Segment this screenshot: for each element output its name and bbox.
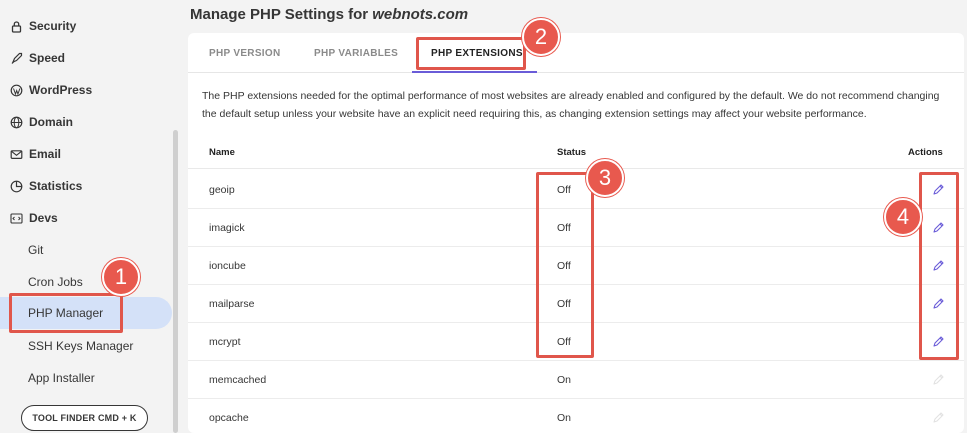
envelope-icon [10, 148, 23, 161]
pencil-icon [931, 411, 945, 425]
sidebar-subitem-git[interactable]: Git [0, 234, 172, 266]
column-header-actions: Actions [908, 147, 943, 158]
annotation-badge-4: 4 [884, 198, 922, 236]
annotation-badge-1: 1 [102, 258, 140, 296]
annotation-box-actions-column [919, 172, 959, 360]
lock-icon [10, 20, 23, 33]
code-icon [10, 212, 23, 225]
tab-php-version[interactable]: PHP VERSION [209, 48, 280, 59]
sidebar-subitem-ssh-keys-manager[interactable]: SSH Keys Manager [0, 330, 172, 362]
sidebar-scrollbar[interactable] [173, 130, 178, 433]
tab-bar: PHP VERSION PHP VARIABLES PHP EXTENSIONS [188, 33, 964, 73]
globe-icon [10, 116, 23, 129]
wordpress-icon [10, 84, 23, 97]
sidebar-item-label: Domain [29, 115, 74, 129]
sidebar-item-label: Statistics [29, 179, 83, 193]
sidebar-item-label: Speed [29, 51, 66, 65]
sidebar-item-label: Email [29, 147, 62, 161]
column-header-status: Status [557, 147, 587, 158]
extension-name: memcached [209, 374, 267, 386]
sidebar-item-label: WordPress [29, 83, 93, 97]
sidebar-subitem-label: Git [28, 243, 44, 257]
annotation-badge-3: 3 [586, 159, 624, 197]
annotation-box-php-manager [9, 293, 123, 333]
tab-php-variables[interactable]: PHP VARIABLES [314, 48, 398, 59]
table-row: memcached On [188, 361, 964, 399]
sidebar-item-domain[interactable]: Domain [0, 106, 172, 138]
page-title-prefix: Manage PHP Settings for [190, 6, 373, 23]
column-header-name: Name [209, 147, 235, 158]
extension-name: geoip [209, 184, 235, 196]
sidebar-item-email[interactable]: Email [0, 138, 172, 170]
extension-name: opcache [209, 412, 249, 424]
sidebar-item-wordpress[interactable]: WordPress [0, 74, 172, 106]
sidebar-item-devs[interactable]: Devs [0, 202, 172, 234]
pie-chart-icon [10, 180, 23, 193]
page-title: Manage PHP Settings for webnots.com [190, 6, 468, 23]
sidebar-subitem-label: Cron Jobs [28, 275, 83, 289]
extension-status: On [557, 374, 572, 386]
sidebar-subitem-label: SSH Keys Manager [28, 339, 134, 353]
extensions-description: The PHP extensions needed for the optima… [202, 90, 940, 120]
extension-name: ioncube [209, 260, 246, 272]
extension-name: mcrypt [209, 336, 241, 348]
pencil-icon [931, 373, 945, 387]
extension-status: On [557, 412, 572, 424]
table-row: opcache On [188, 399, 964, 433]
sidebar-item-statistics[interactable]: Statistics [0, 170, 172, 202]
sidebar: Security Speed WordPress Domain Email St… [0, 0, 180, 433]
extension-name: imagick [209, 222, 245, 234]
tool-finder-button[interactable]: TOOL FINDER CMD + K [21, 405, 148, 431]
annotation-box-status-column [536, 172, 594, 358]
sidebar-subitem-app-installer[interactable]: App Installer [0, 362, 172, 394]
sidebar-item-label: Devs [29, 211, 58, 225]
sidebar-subitem-label: App Installer [28, 371, 95, 385]
annotation-box-php-extensions-tab [416, 37, 526, 70]
annotation-badge-2: 2 [522, 18, 560, 56]
table-header: Name Status Actions [188, 136, 964, 169]
extension-name: mailparse [209, 298, 255, 310]
sidebar-item-security[interactable]: Security [0, 10, 172, 42]
rocket-icon [10, 52, 23, 65]
page-title-domain: webnots.com [372, 6, 469, 23]
sidebar-item-label: Security [29, 19, 77, 33]
active-tab-indicator [412, 71, 537, 73]
sidebar-item-speed[interactable]: Speed [0, 42, 172, 74]
